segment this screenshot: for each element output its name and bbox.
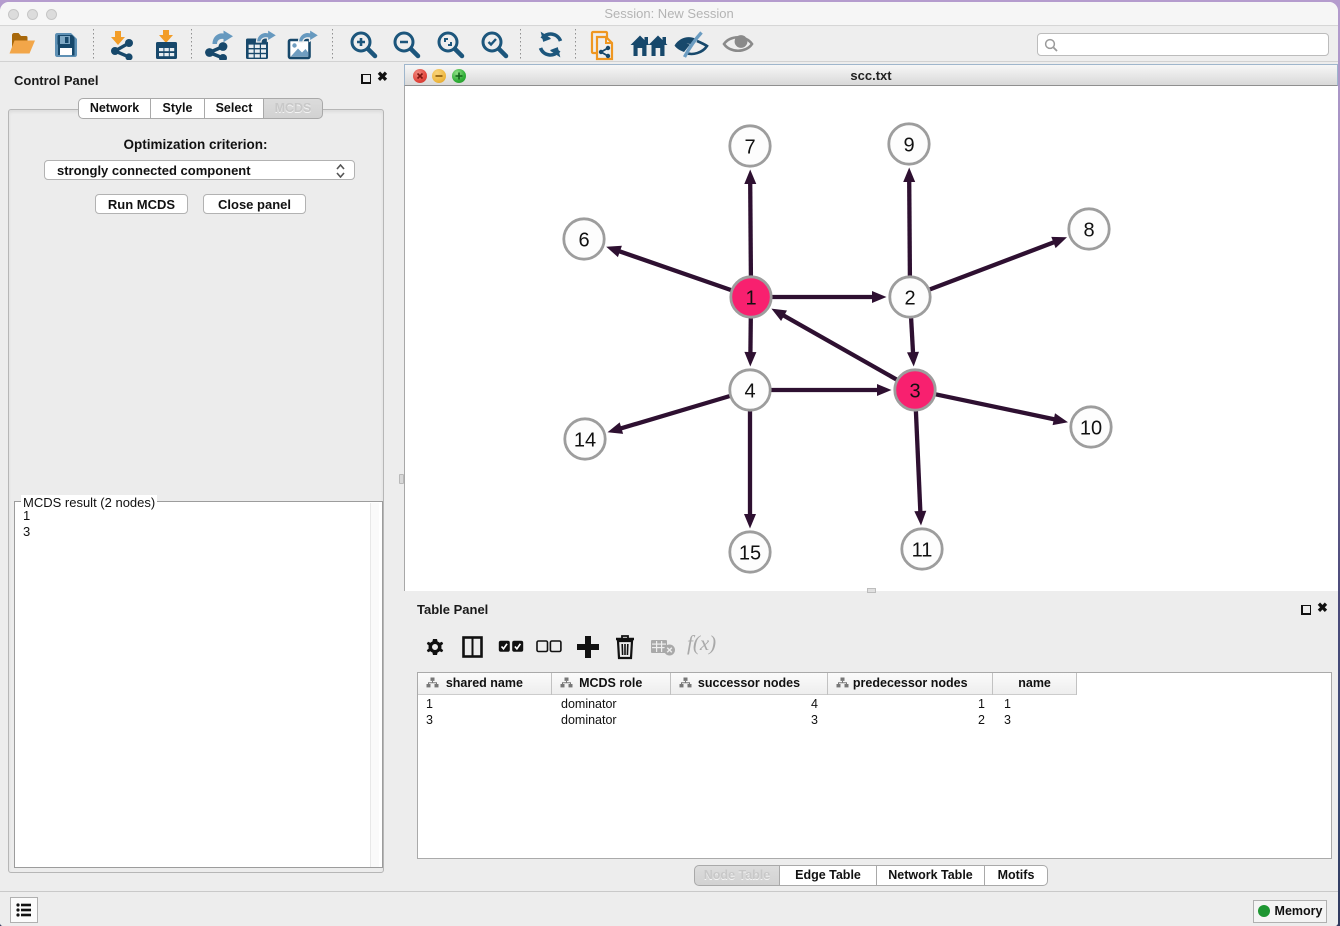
svg-text:2: 2 xyxy=(904,287,915,309)
svg-text:4: 4 xyxy=(744,380,755,402)
svg-text:15: 15 xyxy=(739,542,761,564)
svg-text:10: 10 xyxy=(1080,417,1102,439)
svg-text:1: 1 xyxy=(745,287,756,309)
svg-text:11: 11 xyxy=(912,539,933,561)
svg-text:9: 9 xyxy=(903,134,914,156)
svg-text:8: 8 xyxy=(1083,219,1094,241)
svg-text:3: 3 xyxy=(909,380,920,402)
svg-text:7: 7 xyxy=(744,136,755,158)
svg-text:14: 14 xyxy=(574,429,596,451)
svg-text:6: 6 xyxy=(578,229,589,251)
